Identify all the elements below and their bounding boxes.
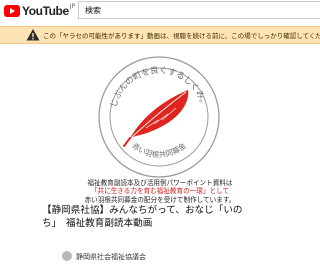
logo-region: JP [69, 2, 76, 10]
warning-icon [26, 29, 40, 41]
logo-text: YouTube [22, 4, 69, 18]
banner-text: この「ヤラセの可能性があります」動画は、視聴を続ける前に、この場でしっかり確認し… [43, 33, 320, 40]
red-feather-emblem: じぶんの町を良くするしくみ。 赤い羽根共同募金 [98, 56, 220, 178]
svg-text:じぶんの町を良くするしくみ。: じぶんの町を良くするしくみ。 [109, 65, 209, 109]
youtube-logo[interactable]: YouTube JP [4, 2, 82, 20]
search-input[interactable] [78, 1, 320, 19]
emblem-top-text: じぶんの町を良くするしくみ。 [109, 65, 209, 109]
video-title[interactable]: 【静岡県社協】みんなちがって、おなじ「いの ち」 福祉教育副読本動画 [42, 204, 278, 230]
desc-line-2: 「共に生きる力を育む福祉教育の一環」として [90, 188, 230, 196]
top-bar: YouTube JP [0, 0, 320, 22]
thumbnail-description: 福祉教育副読本及び活用例パワーポイント資料は 「共に生きる力を育む福祉教育の一環… [44, 180, 276, 205]
emblem-bottom-text: 赤い羽根共同募金 [130, 140, 188, 159]
svg-text:赤い羽根共同募金: 赤い羽根共同募金 [130, 140, 188, 159]
warning-banner: この「ヤラセの可能性があります」動画は、視聴を続ける前に、この場でしっかり確認し… [0, 26, 320, 44]
channel-avatar[interactable] [62, 251, 72, 261]
red-feather-icon [123, 90, 189, 147]
channel-name[interactable]: 静岡県社会福祉協議会 [76, 252, 256, 262]
youtube-play-icon [4, 5, 20, 17]
